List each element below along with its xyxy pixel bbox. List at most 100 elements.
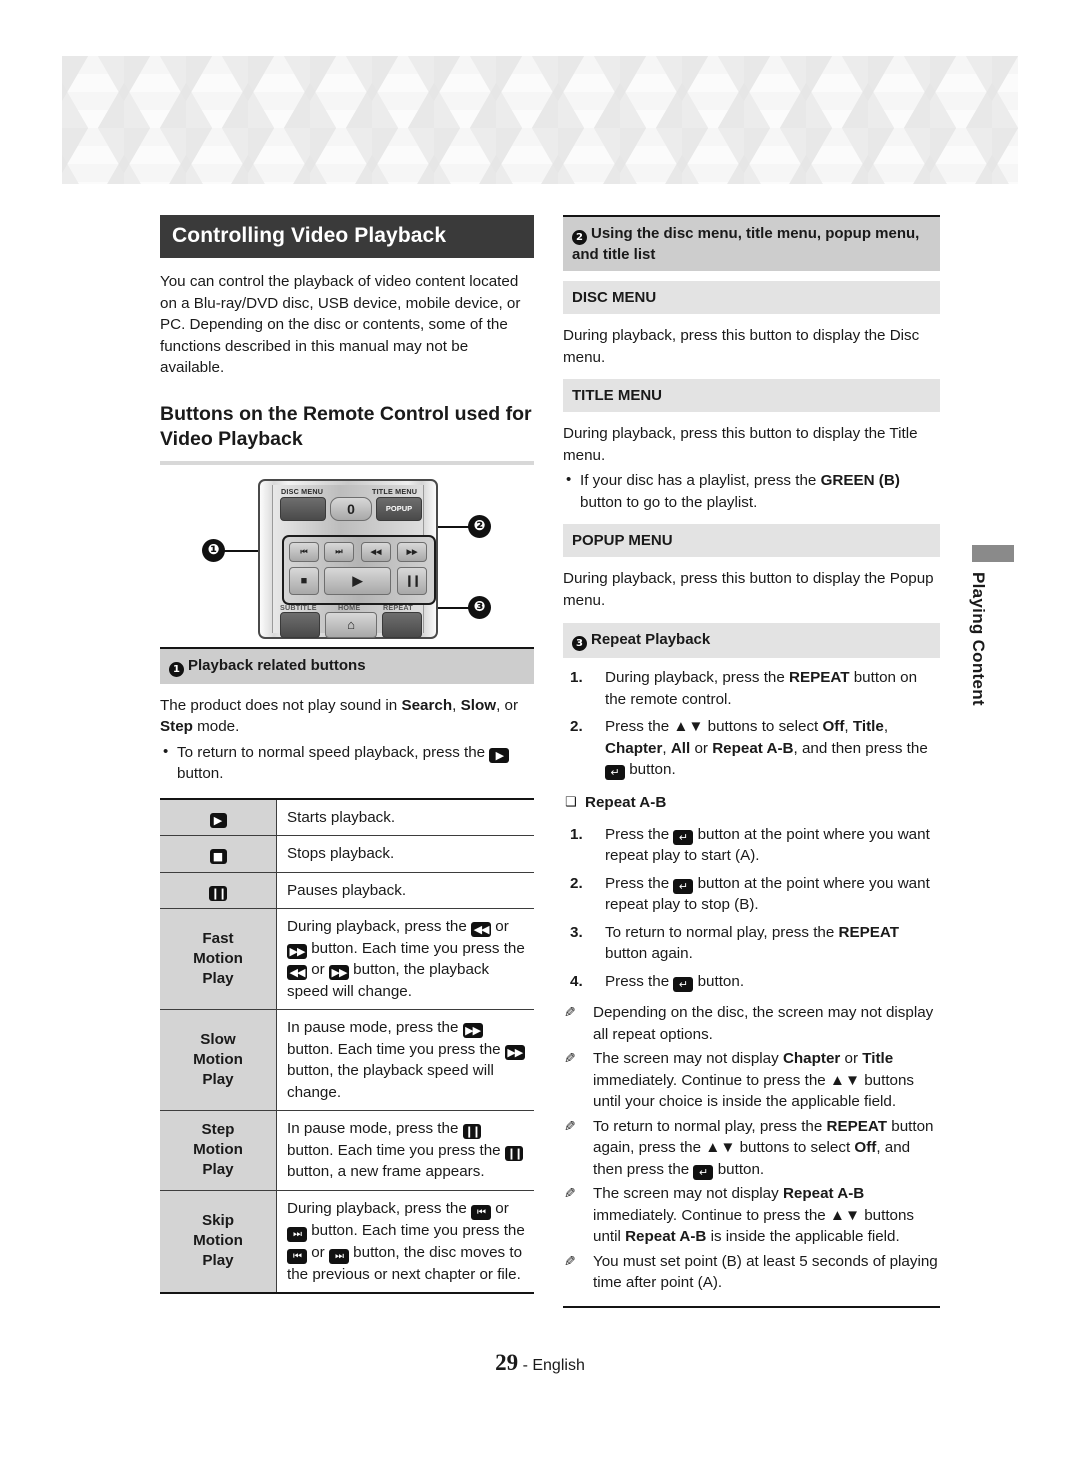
- emphasis: Title: [852, 718, 884, 735]
- side-tab-bar: [972, 545, 1014, 562]
- disc-menu-body: During playback, press this button to di…: [563, 327, 920, 366]
- emphasis: REPEAT: [826, 1117, 888, 1135]
- s1-text-e: , or: [496, 696, 519, 714]
- title-menu-bullet: If your disc has a playlist, press the G…: [563, 469, 940, 513]
- s1-bullet-text-b: button.: [177, 765, 224, 782]
- emphasis: Title: [862, 1050, 894, 1067]
- note-item: ✎ Depending on the disc, the screen may n…: [564, 1004, 934, 1043]
- pause-icon: ❙❙: [504, 1145, 523, 1161]
- repeat-ab-steps: 1. Press the ↵ button at the point where …: [563, 824, 940, 993]
- note-item: ✎ The screen may not display Repeat A-B i…: [564, 1185, 915, 1245]
- table-key-label: Fast Motion Play: [193, 930, 243, 987]
- title-menu-body: During playback, press this button to di…: [563, 425, 918, 464]
- pencil-note-icon: ✎: [564, 1253, 576, 1270]
- section-number-2: 2: [572, 230, 587, 245]
- remote-body: DISC MENU TITLE MENU 0 POPUP ⏮ ⏭ ◀◀ ▶▶ ■…: [258, 478, 438, 639]
- remote-label-disc-menu: DISC MENU: [281, 486, 324, 496]
- left-column: Controlling Video Playback You can contr…: [160, 215, 534, 1294]
- s1-text-a: The product does not play sound in: [160, 696, 402, 714]
- skip-next-icon: ⏭: [287, 1226, 307, 1242]
- fast-forward-icon: ▶▶: [504, 1044, 525, 1060]
- table-cell-button: Slow Motion Play: [160, 1009, 277, 1111]
- remote-button-play[interactable]: ▶: [324, 566, 391, 595]
- table-cell-description: During playback, press the ◀◀ or ▶▶ butt…: [276, 908, 534, 1010]
- remote-button-fast-forward[interactable]: ▶▶: [397, 541, 427, 562]
- page-footer: 29 - English: [0, 1350, 1080, 1376]
- footer-language: English: [532, 1357, 585, 1374]
- remote-button-popup[interactable]: POPUP: [376, 496, 422, 521]
- enter-icon: ↵: [605, 765, 625, 780]
- footer-separator: -: [518, 1357, 533, 1374]
- remote-button-disc-menu[interactable]: [280, 496, 326, 521]
- rewind-icon: ◀◀: [287, 965, 307, 980]
- repeat-playback-steps: 1. During playback, press the REPEAT butt…: [563, 667, 940, 781]
- remote-button-prev[interactable]: ⏮: [289, 541, 319, 562]
- fast-forward-icon: ▶▶: [462, 1023, 483, 1038]
- remote-button-repeat[interactable]: [382, 611, 422, 638]
- emphasis: Chapter: [605, 739, 663, 757]
- table-cell-description: Pauses playback.: [276, 872, 534, 909]
- notes-list: ✎ Depending on the disc, the screen may n…: [563, 1002, 940, 1294]
- step-number: 2.: [570, 874, 583, 892]
- table-row: Fast Motion Play During playback, press the…: [160, 908, 534, 1010]
- list-item: 2. Press the ▲▼ buttons to select Off, Ti…: [570, 718, 928, 780]
- s1-text-c: ,: [452, 696, 461, 714]
- leader-line-1: [224, 549, 260, 552]
- list-item: 2. Press the ↵ button at the point where …: [570, 874, 930, 914]
- table-cell-description: Starts playback.: [276, 798, 534, 836]
- pause-icon: ❙❙: [462, 1124, 481, 1139]
- table-key-label: Slow Motion Play: [193, 1031, 243, 1088]
- remote-button-stop[interactable]: ■: [289, 566, 319, 595]
- section1-bullet: To return to normal speed playback, pres…: [160, 741, 534, 785]
- remote-button-rewind[interactable]: ◀◀: [361, 541, 391, 562]
- section-header-menus: 2 Using the disc menu, title menu, popup …: [563, 215, 940, 271]
- remote-button-home[interactable]: ⌂: [325, 611, 377, 638]
- table-cell-button: Skip Motion Play: [160, 1190, 277, 1294]
- emphasis: Off: [822, 718, 845, 735]
- remote-button-next[interactable]: ⏭: [324, 541, 354, 562]
- tm-bullet-b: button to go to the playlist.: [580, 493, 758, 511]
- emphasis: Off: [854, 1139, 877, 1156]
- remote-control-illustration: ❶ ❷ ❸ DISC MENU TITLE MENU 0 POPUP ⏮ ⏭ ◀…: [160, 471, 534, 647]
- table-cell-button: Step Motion Play: [160, 1110, 277, 1191]
- popup-menu-body: During playback, press this button to di…: [563, 570, 934, 609]
- table-cell-description: Stops playback.: [276, 835, 534, 873]
- note-item: ✎ You must set point (B) at least 5 secon…: [564, 1252, 938, 1292]
- section-number-3: 3: [572, 636, 587, 651]
- enter-icon: ↵: [673, 976, 694, 992]
- emphasis: Repeat A-B: [782, 1185, 865, 1202]
- table-row: Step Motion Play In pause mode, press the ❙…: [160, 1110, 534, 1191]
- emphasis: Repeat A-B: [625, 1228, 707, 1245]
- section3-header-label: Repeat Playback: [591, 631, 711, 648]
- pencil-note-icon: ✎: [564, 1118, 576, 1135]
- list-item: 4. Press the ↵ button.: [570, 972, 745, 992]
- callout-marker-1: ❶: [202, 538, 225, 562]
- section-number-1: 1: [169, 661, 184, 677]
- remote-button-subtitle[interactable]: [280, 611, 320, 638]
- table-row: Skip Motion Play During playback, press the…: [160, 1190, 534, 1294]
- table-cell-button: ■: [160, 835, 277, 873]
- emphasis: Repeat A-B: [712, 739, 794, 757]
- tm-bullet-bold: GREEN (B): [820, 472, 900, 489]
- enter-icon: ↵: [673, 829, 694, 845]
- emphasis: REPEAT: [789, 669, 850, 686]
- step-number: 1.: [570, 825, 583, 843]
- step-number: 2.: [570, 718, 583, 735]
- section-header-repeat-playback: 3 Repeat Playback: [563, 623, 940, 658]
- s1-bold-search: Search: [401, 696, 453, 714]
- intro-paragraph: You can control the playback of video co…: [160, 273, 521, 376]
- side-tab: Playing Content: [968, 545, 1030, 706]
- pencil-note-icon: ✎: [564, 1005, 576, 1021]
- s1-text-g: mode.: [192, 718, 240, 735]
- fast-forward-icon: ▶▶: [328, 965, 349, 980]
- remote-button-pause[interactable]: ❙❙: [397, 566, 427, 595]
- table-cell-description: During playback, press the ⏮ or ⏭ button…: [276, 1190, 534, 1294]
- remote-button-zero[interactable]: 0: [330, 496, 372, 521]
- s1-bullet-text-a: To return to normal speed playback, pres…: [177, 743, 490, 761]
- section1-paragraph: The product does not play sound in Searc…: [160, 695, 534, 738]
- callout-marker-3: ❸: [468, 595, 491, 619]
- side-tab-label: Playing Content: [969, 572, 988, 706]
- table-row: ▶ Starts playback.: [160, 798, 534, 836]
- pencil-note-icon: ✎: [564, 1051, 576, 1067]
- enter-icon: ↵: [673, 878, 694, 894]
